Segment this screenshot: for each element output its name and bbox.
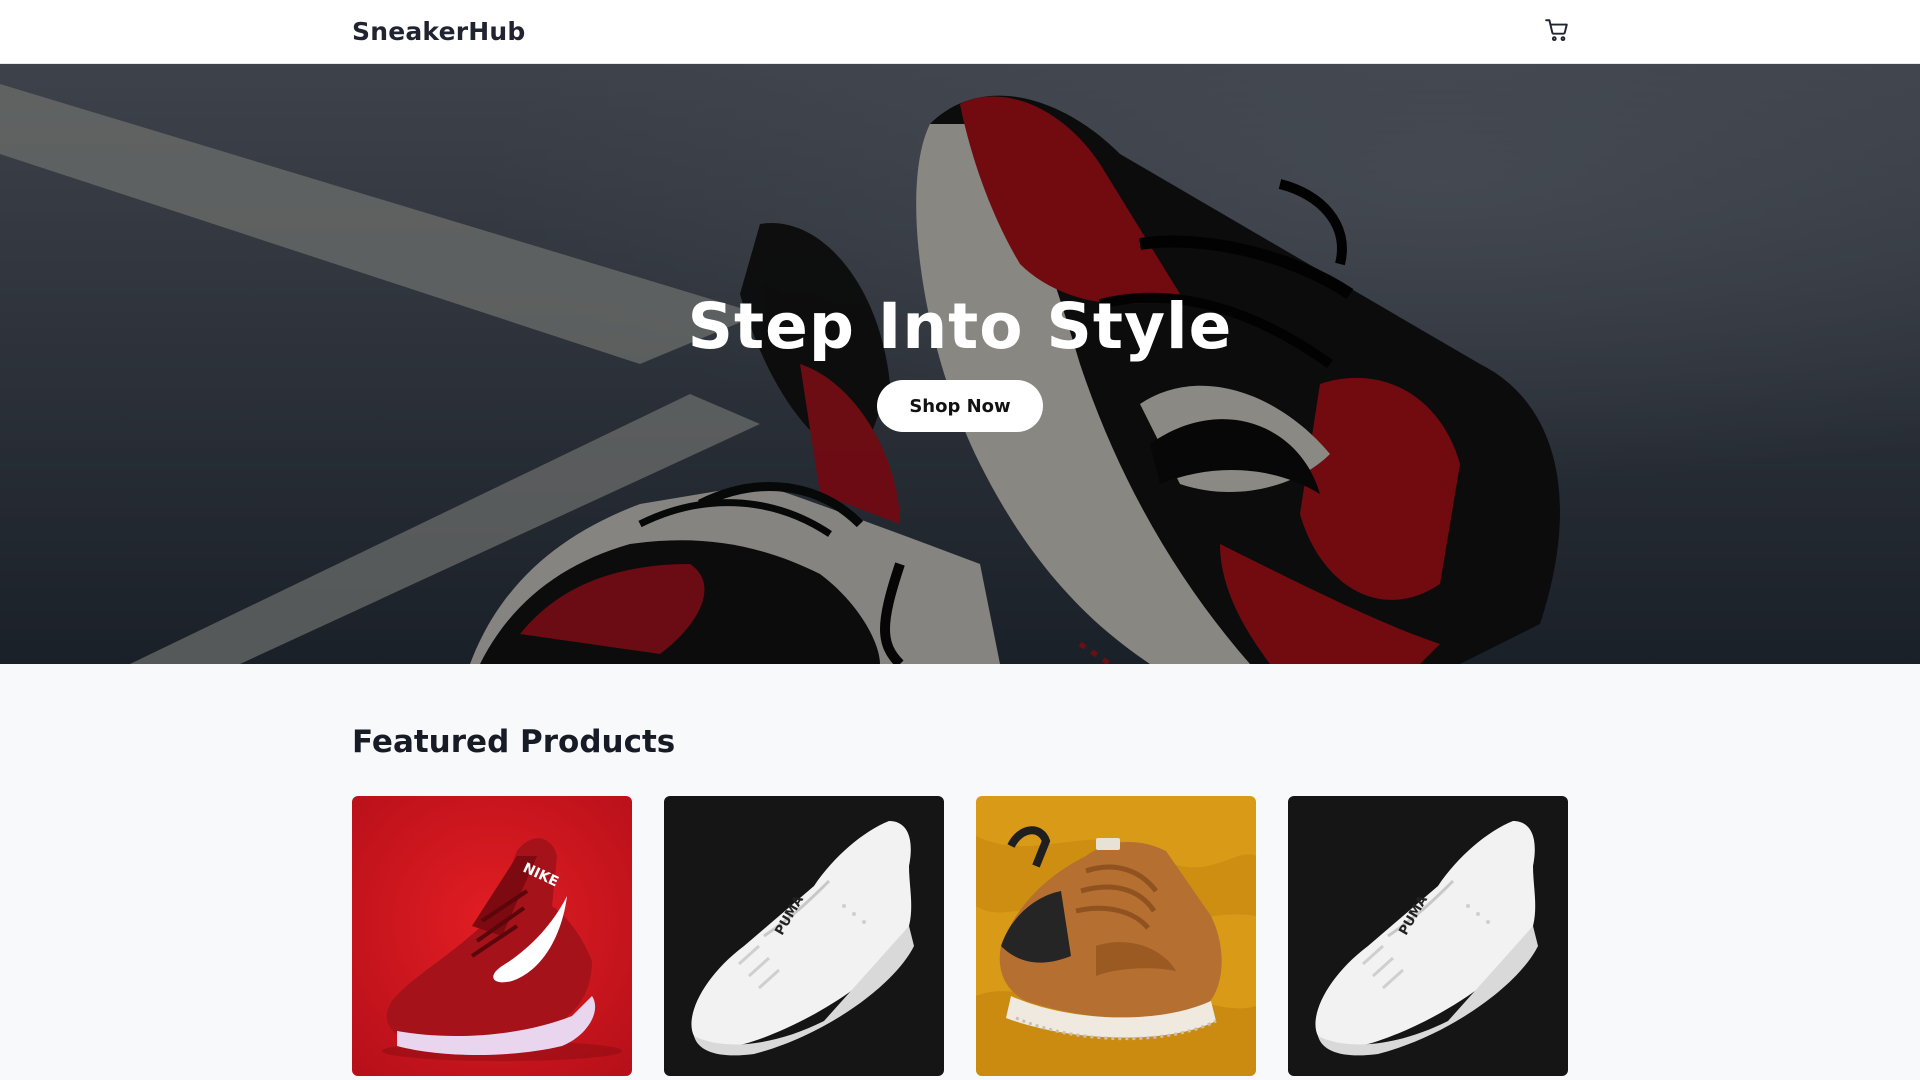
product-image-brown-sneaker: [976, 796, 1256, 1076]
product-image-white-sneaker: PUMA: [1288, 796, 1568, 1076]
product-card[interactable]: NIKE: [352, 796, 632, 1076]
brand-logo-text[interactable]: SneakerHub: [352, 0, 525, 64]
product-card[interactable]: PUMA: [1288, 796, 1568, 1076]
shop-now-button[interactable]: Shop Now: [877, 380, 1043, 432]
product-image-red-running-shoe: NIKE: [352, 796, 632, 1076]
hero-sneaker-image: [0, 64, 1920, 664]
cart-button[interactable]: [1540, 15, 1574, 49]
product-image-white-sneaker: PUMA: [664, 796, 944, 1076]
top-navigation-bar: SneakerHub: [0, 0, 1920, 64]
hero-banner: Step Into Style Shop Now: [0, 64, 1920, 664]
product-card[interactable]: [976, 796, 1256, 1076]
featured-products-heading: Featured Products: [352, 724, 676, 760]
product-card[interactable]: PUMA: [664, 796, 944, 1076]
hero-title: Step Into Style: [687, 290, 1233, 363]
shopping-cart-icon: [1544, 17, 1570, 47]
